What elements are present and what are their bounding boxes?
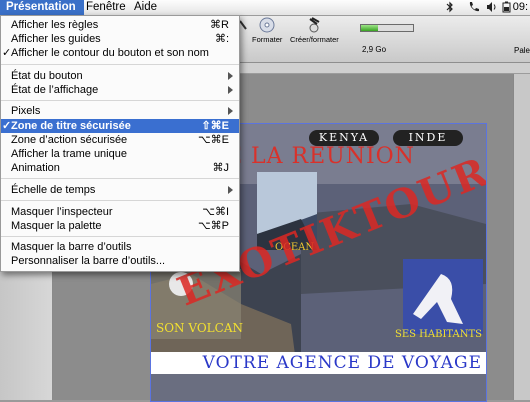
menu-separator xyxy=(1,100,239,101)
volume-icon[interactable] xyxy=(486,1,498,17)
menu-item-hide-inspector[interactable]: Masquer l’inspecteur ⌥⌘I xyxy=(1,205,239,219)
menu-item-label: Afficher les règles xyxy=(11,19,99,31)
submenu-arrow-icon xyxy=(228,72,233,80)
preview-button-volcano[interactable]: SON VOLCAN xyxy=(156,321,243,335)
menu-item-label: Afficher les guides xyxy=(11,33,101,45)
check-icon: ✓ xyxy=(2,47,12,59)
menu-item-label: Masquer l’inspecteur xyxy=(11,206,113,218)
disc-capacity-bar xyxy=(360,24,414,32)
menu-separator xyxy=(1,236,239,237)
menu-fenetre[interactable]: Fenêtre xyxy=(80,0,132,15)
preview-tagline: VOTRE AGENCE DE VOYAGE xyxy=(151,352,486,374)
menu-item-time-scale[interactable]: Échelle de temps xyxy=(1,183,239,197)
check-icon: ✓ xyxy=(2,120,12,132)
disc-capacity-label: 2,9 Go xyxy=(362,45,387,54)
menu-item-shortcut: ⌥⌘P xyxy=(197,220,229,232)
menu-item-label: Zone d’action sécurisée xyxy=(11,134,128,146)
menu-separator xyxy=(1,64,239,65)
menu-item-label: Personnaliser la barre d’outils... xyxy=(11,255,166,267)
disc-icon xyxy=(258,17,276,33)
menu-item-shortcut: ⌥⌘E xyxy=(197,134,229,146)
menu-item-pixels[interactable]: Pixels xyxy=(1,104,239,118)
toolbar-right-label[interactable]: Pale xyxy=(514,46,530,55)
preview-button-inhabitants[interactable]: SES HABITANTS xyxy=(395,329,482,340)
menu-item-label: Masquer la barre d’outils xyxy=(11,241,132,253)
menu-item-action-safe-area[interactable]: Zone d’action sécurisée ⌥⌘E xyxy=(1,133,239,147)
phone-icon[interactable] xyxy=(468,1,480,17)
menu-item-shortcut: ⌘R xyxy=(210,19,229,31)
submenu-arrow-icon xyxy=(228,107,233,115)
format-button-label: Formater xyxy=(252,35,283,44)
disc-capacity-fill xyxy=(361,25,378,31)
menu-item-hide-palette[interactable]: Masquer la palette ⌥⌘P xyxy=(1,219,239,233)
menu-item-single-field[interactable]: Afficher la trame unique xyxy=(1,147,239,161)
menu-item-label: Pixels xyxy=(11,105,41,117)
format-button[interactable]: Formater xyxy=(252,17,282,44)
menu-separator xyxy=(1,178,239,179)
create-format-button[interactable]: Créer/formater xyxy=(290,17,339,44)
menu-item-label: État du bouton xyxy=(11,70,83,82)
battery-icon[interactable] xyxy=(502,1,512,17)
menu-item-show-guides[interactable]: Afficher les guides ⌘: xyxy=(1,32,239,46)
menu-item-hide-toolbar[interactable]: Masquer la barre d’outils xyxy=(1,240,239,254)
burn-icon xyxy=(305,17,323,33)
menu-item-label: Afficher le contour du bouton et son nom xyxy=(11,47,209,59)
menu-item-show-button-outline[interactable]: ✓ Afficher le contour du bouton et son n… xyxy=(1,46,239,60)
menu-presentation[interactable]: Présentation xyxy=(0,0,84,15)
vertical-scrollbar[interactable] xyxy=(513,74,530,400)
menu-item-shortcut: ⌘J xyxy=(212,162,230,174)
menu-item-shortcut: ⌥⌘I xyxy=(202,206,229,218)
create-format-button-label: Créer/formater xyxy=(290,35,339,44)
submenu-arrow-icon xyxy=(228,86,233,94)
submenu-arrow-icon xyxy=(228,186,233,194)
menu-aide[interactable]: Aide xyxy=(128,0,163,15)
menu-item-title-safe-area[interactable]: ✓ Zone de titre sécurisée ⇧⌘E xyxy=(1,119,239,133)
presentation-menu: Afficher les règles ⌘R Afficher les guid… xyxy=(0,15,240,272)
menu-separator xyxy=(1,200,239,201)
menu-bar: Présentation Fenêtre Aide 09: xyxy=(0,0,530,16)
menu-item-label: Afficher la trame unique xyxy=(11,148,127,160)
menu-item-shortcut: ⇧⌘E xyxy=(201,120,229,132)
menu-item-animation[interactable]: Animation ⌘J xyxy=(1,161,239,175)
bluetooth-icon[interactable] xyxy=(446,1,454,17)
menu-item-show-rulers[interactable]: Afficher les règles ⌘R xyxy=(1,18,239,32)
menu-item-label: État de l’affichage xyxy=(11,84,99,96)
toolbar-partial-button[interactable] xyxy=(239,17,248,33)
menu-item-shortcut: ⌘: xyxy=(214,33,229,45)
menu-item-label: Masquer la palette xyxy=(11,220,102,232)
menu-item-label: Animation xyxy=(11,162,60,174)
menu-clock[interactable]: 09: xyxy=(513,0,530,15)
menu-item-button-state[interactable]: État du bouton xyxy=(1,69,239,83)
menu-item-label: Échelle de temps xyxy=(11,184,96,196)
menu-item-customize-toolbar[interactable]: Personnaliser la barre d’outils... xyxy=(1,254,239,268)
menu-item-label: Zone de titre sécurisée xyxy=(11,120,131,132)
toolbar-partial-icon xyxy=(239,17,248,33)
menu-item-display-state[interactable]: État de l’affichage xyxy=(1,83,239,97)
